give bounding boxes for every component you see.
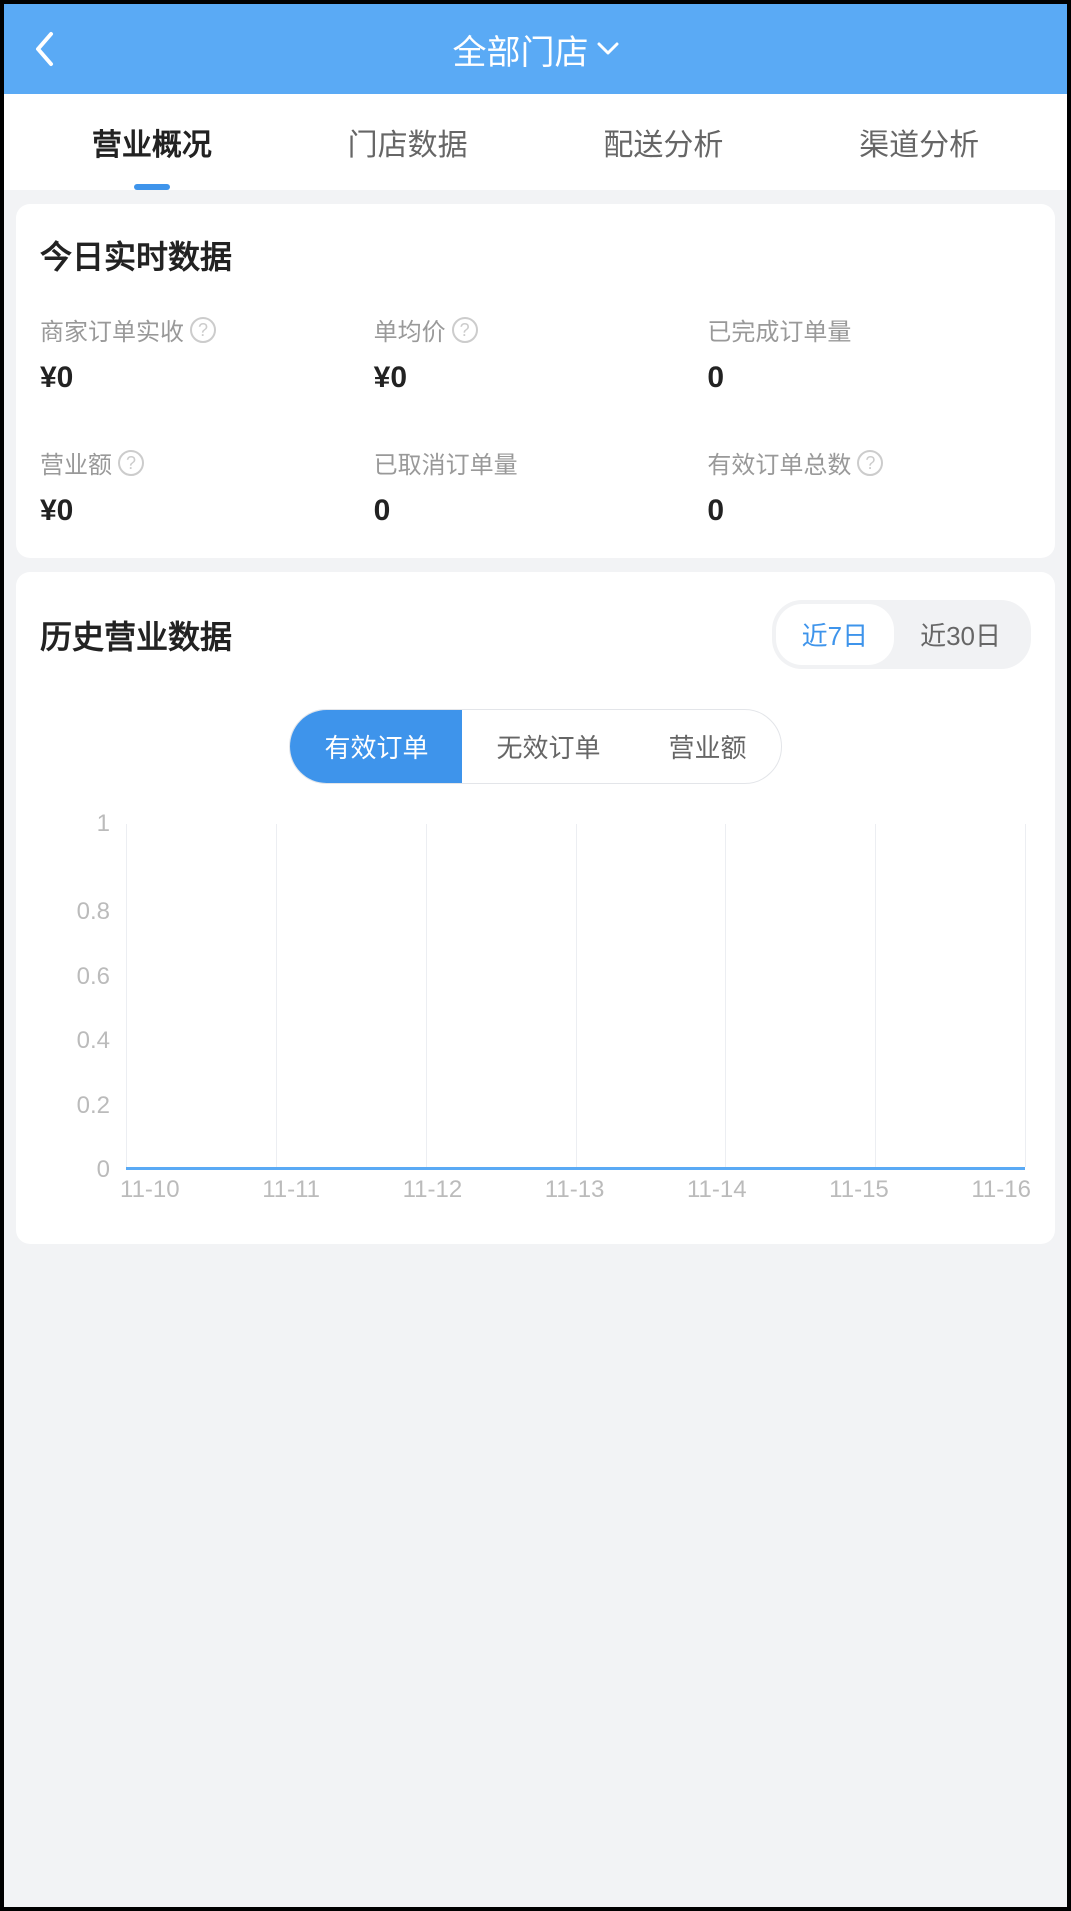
series-valid[interactable]: 有效订单 [290,710,462,783]
x-tick: 11-10 [120,1176,180,1204]
history-card: 历史营业数据 近7日 近30日 有效订单 无效订单 营业额 1 0.8 0.6 … [16,572,1055,1244]
plot-area [126,824,1025,1170]
metric-item: 已完成订单量 0 [707,312,1031,395]
series-label: 营业额 [669,733,747,763]
help-icon[interactable]: ? [118,450,144,476]
y-tick: 0.2 [40,1094,110,1118]
metric-item: 有效订单总数? 0 [707,445,1031,528]
metric-label-text: 商家订单实收 [40,312,184,347]
tab-label: 渠道分析 [859,120,979,164]
metric-label-text: 已取消订单量 [374,445,518,480]
x-tick: 11-12 [403,1176,463,1204]
series-label: 无效订单 [496,733,600,763]
series-invalid[interactable]: 无效订单 [462,710,634,783]
help-icon[interactable]: ? [190,317,216,343]
store-selector[interactable]: 全部门店 [4,25,1067,74]
metric-item: 营业额? ¥0 [40,445,364,528]
metric-item: 单均价? ¥0 [374,312,698,395]
y-tick: 0.6 [40,965,110,989]
tab-store-data[interactable]: 门店数据 [342,94,474,190]
metric-item: 已取消订单量 0 [374,445,698,528]
tab-label: 营业概况 [92,120,212,164]
tab-delivery[interactable]: 配送分析 [597,94,729,190]
metric-value: 0 [707,494,1031,528]
chart: 1 0.8 0.6 0.4 0.2 0 11-10 11-11 11-12 11… [40,824,1031,1204]
metric-label-text: 营业额 [40,445,112,480]
metric-value: ¥0 [40,361,364,395]
y-tick: 0.4 [40,1029,110,1053]
help-icon[interactable]: ? [857,450,883,476]
main-tabbar: 营业概况 门店数据 配送分析 渠道分析 [4,94,1067,190]
x-axis-labels: 11-10 11-11 11-12 11-13 11-14 11-15 11-1… [120,1176,1031,1204]
range-7d[interactable]: 近7日 [776,604,894,665]
x-tick: 11-15 [829,1176,889,1204]
metric-value: 0 [707,361,1031,395]
realtime-title: 今日实时数据 [40,232,1031,278]
tab-channel[interactable]: 渠道分析 [853,94,985,190]
y-tick: 1 [40,812,110,836]
range-switch: 近7日 近30日 [772,600,1031,669]
y-tick: 0 [40,1158,110,1182]
metric-label-text: 已完成订单量 [707,312,851,347]
series-label: 有效订单 [324,733,428,763]
metrics-grid: 商家订单实收? ¥0 单均价? ¥0 已完成订单量 0 营业额? ¥0 已取消订… [40,312,1031,528]
series-revenue[interactable]: 营业额 [635,710,781,783]
x-tick: 11-13 [545,1176,605,1204]
metric-value: ¥0 [40,494,364,528]
range-30d[interactable]: 近30日 [894,604,1027,665]
history-title: 历史营业数据 [40,612,232,658]
tab-label: 门店数据 [348,120,468,164]
x-tick: 11-16 [971,1176,1031,1204]
metric-label-text: 单均价 [374,312,446,347]
tab-label: 配送分析 [603,120,723,164]
metric-label-text: 有效订单总数 [707,445,851,480]
x-tick: 11-11 [262,1176,320,1204]
range-label: 近30日 [920,621,1001,651]
x-tick: 11-14 [687,1176,747,1204]
y-axis-labels: 1 0.8 0.6 0.4 0.2 0 [40,824,110,1170]
metric-value: ¥0 [374,361,698,395]
chevron-down-icon [597,42,619,56]
app-header: 全部门店 [4,4,1067,94]
realtime-card: 今日实时数据 商家订单实收? ¥0 单均价? ¥0 已完成订单量 0 营业额? … [16,204,1055,558]
tab-overview[interactable]: 营业概况 [86,94,218,190]
y-tick: 0.8 [40,900,110,924]
back-button[interactable] [34,31,54,67]
help-icon[interactable]: ? [452,317,478,343]
header-title-text: 全部门店 [453,25,589,74]
range-label: 近7日 [802,621,868,651]
series-switch: 有效订单 无效订单 营业额 [289,709,781,784]
metric-item: 商家订单实收? ¥0 [40,312,364,395]
metric-value: 0 [374,494,698,528]
